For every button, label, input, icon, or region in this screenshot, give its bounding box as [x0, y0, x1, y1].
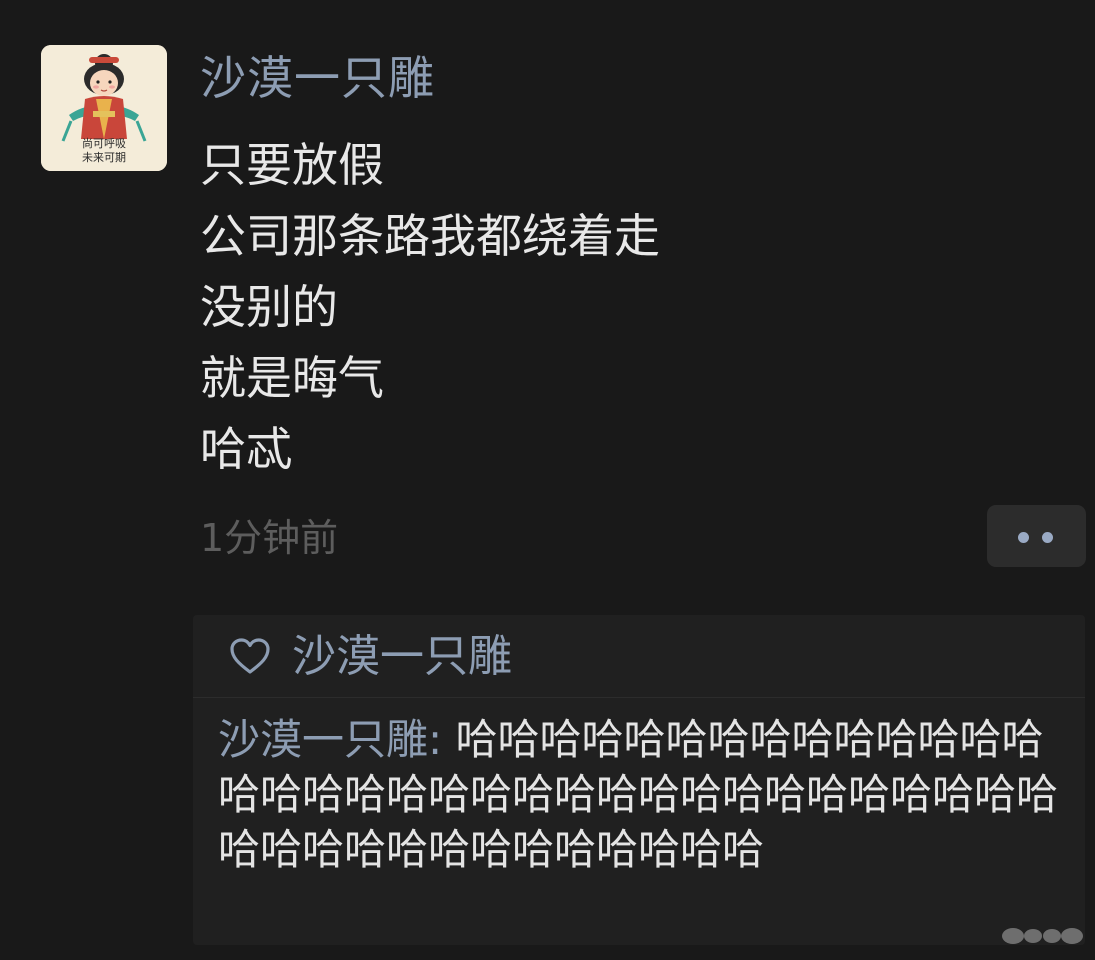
comment[interactable]: 沙漠一只雕: 哈哈哈哈哈哈哈哈哈哈哈哈哈哈哈哈哈哈哈哈哈哈哈哈哈哈哈哈哈哈哈哈哈… [218, 712, 1068, 877]
watermark-logo [1002, 928, 1083, 944]
moment-post: 尚可呼吸 未来可期 沙漠一只雕 只要放假 公司那条路我都绕着走 没别的 就是晦气… [0, 0, 1095, 960]
likes-comments-panel: 沙漠一只雕 沙漠一只雕: 哈哈哈哈哈哈哈哈哈哈哈哈哈哈哈哈哈哈哈哈哈哈哈哈哈哈哈… [193, 615, 1085, 945]
comment-separator: : [428, 715, 456, 764]
avatar-caption: 尚可呼吸 未来可期 [41, 137, 167, 165]
avatar-caption-line: 未来可期 [82, 151, 126, 164]
panel-divider [193, 697, 1085, 698]
more-dots-icon [1042, 532, 1053, 543]
post-line: 哈忒 [200, 422, 292, 476]
post-line: 就是晦气 [200, 351, 384, 405]
author-name[interactable]: 沙漠一只雕 [200, 48, 435, 108]
post-text: 只要放假 公司那条路我都绕着走 没别的 就是晦气 哈忒 [200, 130, 960, 485]
avatar-caption-line: 尚可呼吸 [82, 137, 126, 150]
comment-author[interactable]: 沙漠一只雕 [218, 715, 428, 764]
post-line: 只要放假 [200, 138, 384, 192]
more-dots-icon [1018, 532, 1029, 543]
likes-row: 沙漠一只雕 [193, 615, 1085, 695]
post-timestamp: 1分钟前 [200, 516, 339, 560]
avatar[interactable]: 尚可呼吸 未来可期 [41, 45, 167, 171]
post-line: 公司那条路我都绕着走 [200, 209, 660, 263]
post-line: 没别的 [200, 280, 338, 334]
liker-name[interactable]: 沙漠一只雕 [292, 627, 512, 687]
heart-icon [230, 638, 270, 674]
more-options-button[interactable] [987, 505, 1086, 567]
